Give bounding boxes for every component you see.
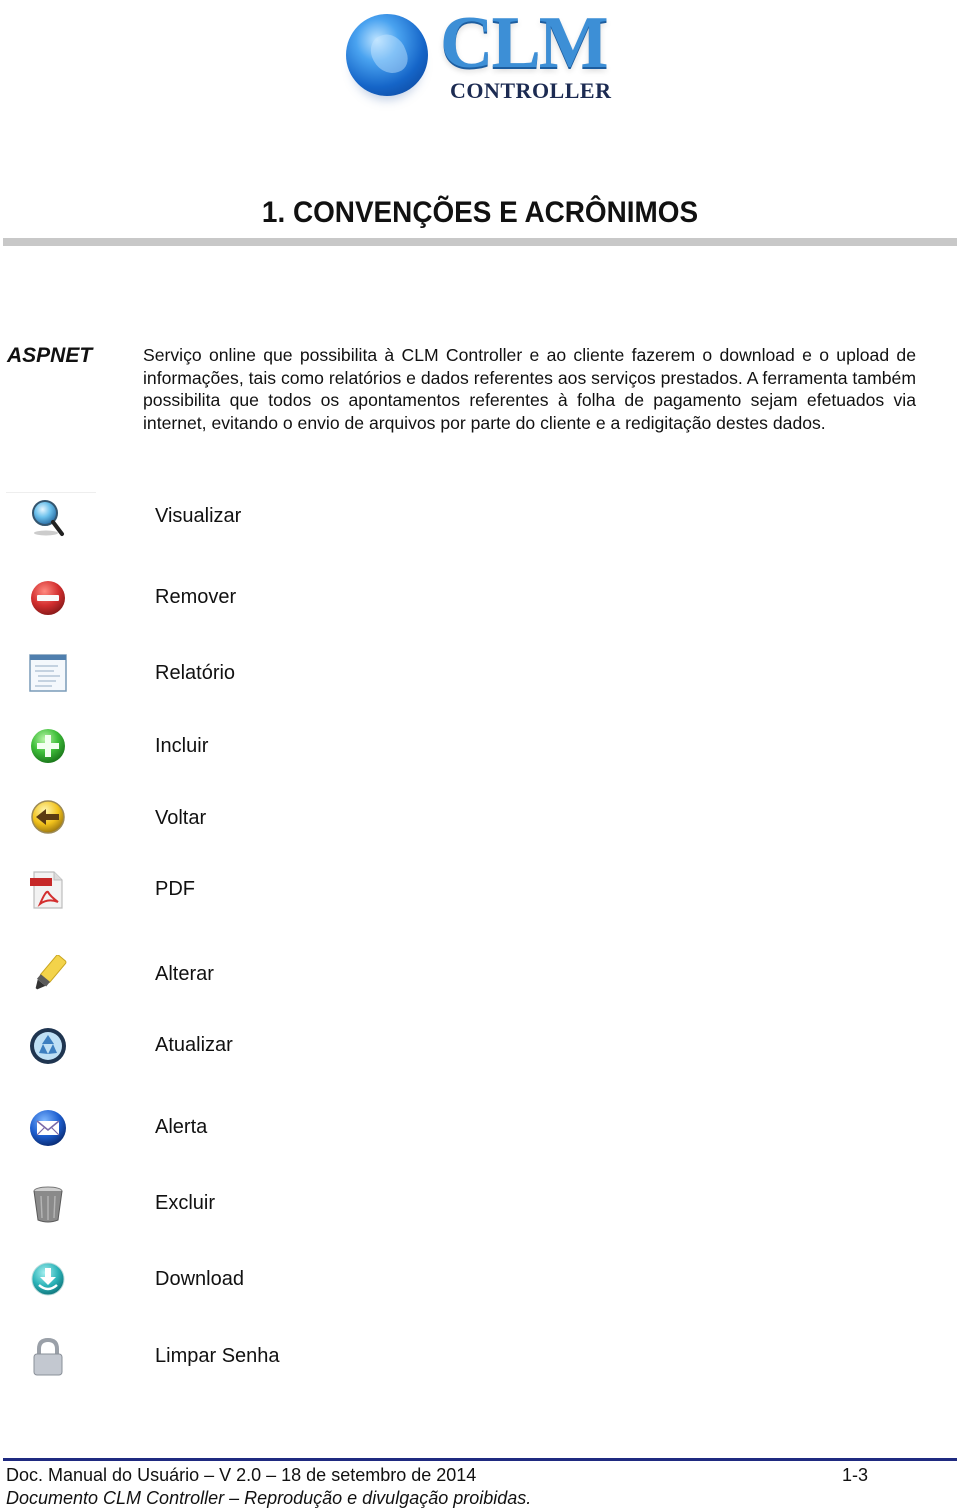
legend-label: Limpar Senha <box>155 1345 280 1367</box>
footer-divider <box>3 1458 957 1461</box>
add-icon <box>31 729 65 763</box>
legend-item-alerta: Alerta <box>0 1108 600 1148</box>
legend-label: Download <box>155 1268 244 1290</box>
footer-copyright-note: Documento CLM Controller – Reprodução e … <box>6 1488 532 1508</box>
logo-clm-text: CLM <box>440 2 609 84</box>
legend-label: Visualizar <box>155 505 242 527</box>
page-number: 1-3 <box>842 1465 869 1485</box>
legend-item-download: Download <box>0 1260 600 1300</box>
logo-controller-text: CONTROLLER <box>450 78 612 103</box>
legend-label: Atualizar <box>155 1034 233 1056</box>
definition-term: ASPNET <box>7 344 93 367</box>
legend-label: Alterar <box>155 963 214 985</box>
clm-controller-logo: CLM CONTROLLER <box>340 2 620 113</box>
legend-label: Remover <box>155 586 237 608</box>
legend-label: Alerta <box>155 1116 208 1138</box>
refresh-icon <box>30 1028 66 1064</box>
pencil-icon <box>35 955 67 990</box>
remove-icon <box>31 581 65 615</box>
legend-item-excluir: Excluir <box>0 1184 600 1224</box>
legend-item-limpar-senha: Limpar Senha <box>0 1337 600 1377</box>
legend-item-pdf: PDF <box>0 870 600 910</box>
download-icon <box>31 1262 65 1296</box>
report-icon <box>29 654 67 692</box>
divider <box>6 492 96 493</box>
lock-icon <box>33 1337 63 1376</box>
trash-icon <box>33 1186 63 1223</box>
back-arrow-icon <box>31 800 65 834</box>
legend-item-relatorio: Relatório <box>0 654 600 694</box>
legend-label: PDF <box>155 878 195 900</box>
legend-label: Incluir <box>155 735 209 757</box>
legend-label: Relatório <box>155 662 236 684</box>
envelope-icon <box>30 1110 66 1146</box>
legend-item-remover: Remover <box>0 578 600 618</box>
title-divider <box>3 238 957 246</box>
pdf-icon <box>30 871 63 909</box>
footer-doc-info: Doc. Manual do Usuário – V 2.0 – 18 de s… <box>6 1465 477 1485</box>
section-title: 1. CONVENÇÕES E ACRÔNIMOS <box>261 196 699 229</box>
legend-item-voltar: Voltar <box>0 799 600 839</box>
legend-item-incluir: Incluir <box>0 727 600 767</box>
definition-text: Serviço online que possibilita à CLM Con… <box>143 345 916 433</box>
legend-item-atualizar: Atualizar <box>0 1026 600 1066</box>
legend-label: Excluir <box>155 1192 216 1214</box>
magnifier-icon <box>32 500 64 536</box>
legend-item-visualizar: Visualizar <box>0 497 600 537</box>
globe-icon <box>346 14 428 96</box>
legend-label: Voltar <box>155 807 207 829</box>
legend-item-alterar: Alterar <box>0 955 600 995</box>
